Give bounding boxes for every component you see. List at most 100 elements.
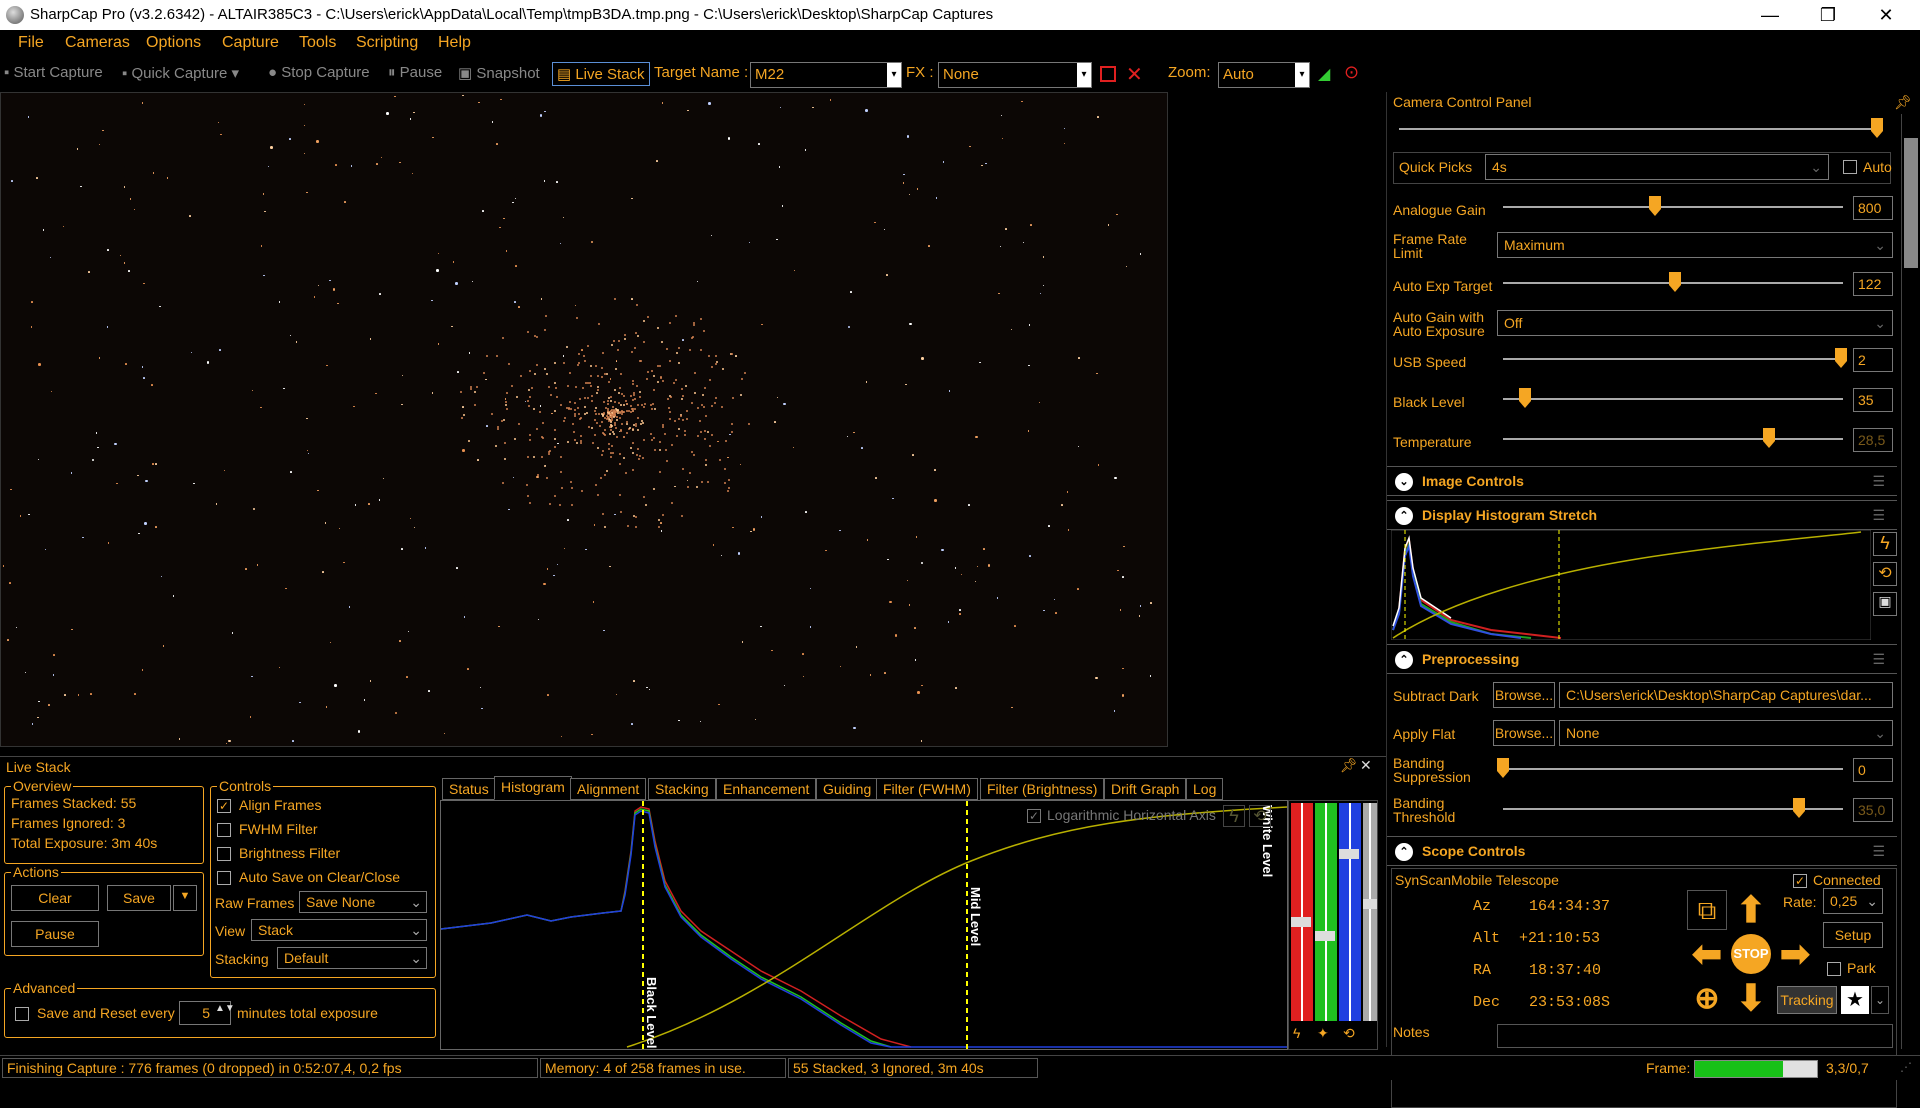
black-level-thumb[interactable] [1519, 388, 1531, 408]
tab-drift-graph[interactable]: Drift Graph [1104, 778, 1187, 800]
collapse-icon[interactable]: ⌃ [1395, 843, 1413, 861]
tab-enhancement[interactable]: Enhancement [716, 778, 817, 800]
analogue-gain-value[interactable]: 800 [1853, 196, 1893, 220]
expand-icon[interactable]: ⌄ [1395, 473, 1413, 491]
menu-icon[interactable]: ☰ [1872, 507, 1885, 524]
sparkle-icon[interactable]: ✦ [1317, 1025, 1329, 1042]
black-level-slider[interactable] [1503, 398, 1843, 400]
exposure-slider-thumb[interactable] [1871, 118, 1883, 138]
frame-rate-select[interactable]: Maximum ⌄ [1497, 232, 1893, 258]
auto-checkbox[interactable] [1843, 160, 1857, 174]
quick-capture-button[interactable]: ▪ Quick Capture ▾ [122, 64, 239, 82]
auto-save-checkbox[interactable] [217, 871, 231, 885]
rgb-level-sliders[interactable]: ϟ ✦ ⟲ [1288, 800, 1378, 1050]
dropdown-arrow-icon[interactable]: ▾ [227, 65, 240, 82]
scope-controls-header[interactable]: ⌃ Scope Controls ☰ [1387, 836, 1897, 866]
banding-suppression-value[interactable]: 0 [1853, 758, 1893, 782]
save-reset-checkbox[interactable] [15, 1007, 29, 1021]
menu-file[interactable]: File [18, 34, 44, 52]
banding-suppression-thumb[interactable] [1497, 758, 1509, 778]
park-checkbox[interactable] [1827, 962, 1841, 976]
reset-icon[interactable]: ⟲ [1249, 805, 1271, 827]
chevron-down-icon[interactable]: ▾ [1295, 63, 1309, 87]
banding-suppression-slider[interactable] [1503, 768, 1843, 770]
snapshot-button[interactable]: ▣ Snapshot [458, 64, 540, 82]
spinner-icon[interactable]: ▲▼ [215, 1003, 235, 1014]
arrow-up-icon[interactable]: ⬆ [1731, 889, 1771, 930]
align-frames-checkbox[interactable]: ✓ [217, 799, 231, 813]
chevron-down-icon[interactable]: ▾ [1077, 63, 1091, 87]
resize-grip-icon[interactable]: ⋰ [1900, 1060, 1912, 1074]
minimize-button[interactable]: — [1742, 0, 1798, 30]
menu-options[interactable]: Options [146, 34, 201, 52]
stretch-histogram-chart[interactable] [1391, 530, 1871, 640]
goto-icon[interactable]: ⧉ [1687, 890, 1727, 930]
tab-filter-brightness[interactable]: Filter (Brightness) [980, 778, 1105, 800]
start-capture-button[interactable]: ▪ Start Capture [4, 64, 103, 81]
histogram-stretch-header[interactable]: ⌃ Display Histogram Stretch ☰ [1387, 500, 1897, 530]
fwhm-filter-checkbox[interactable] [217, 823, 231, 837]
stop-button[interactable]: STOP [1731, 934, 1771, 974]
reset-stretch-button[interactable]: ⟲ [1873, 562, 1897, 586]
reset-icon[interactable]: ⟲ [1343, 1025, 1355, 1042]
subtract-dark-select[interactable]: C:\Users\erick\Desktop\SharpCap Captures… [1559, 682, 1893, 708]
subtract-dark-browse-button[interactable]: Browse... [1493, 682, 1555, 708]
arrow-right-icon[interactable]: ➡ [1775, 933, 1815, 974]
blue-level-handle[interactable] [1339, 849, 1359, 859]
menu-icon[interactable]: ☰ [1872, 473, 1885, 490]
view-select[interactable]: Stack ⌄ [251, 919, 427, 941]
auto-stretch-icon[interactable]: ϟ [1293, 1025, 1300, 1041]
target-crosshair-icon[interactable]: ⊕ [1687, 978, 1727, 1018]
stack-histogram-area[interactable]: Black Level Mid Level White Level ✓ Loga… [440, 800, 1288, 1050]
chevron-down-icon[interactable]: ▾ [887, 63, 901, 87]
tab-guiding[interactable]: Guiding [816, 778, 879, 800]
menu-tools[interactable]: Tools [299, 34, 336, 52]
connected-checkbox[interactable]: ✓ [1793, 874, 1807, 888]
stop-capture-button[interactable]: ● Stop Capture [268, 64, 370, 81]
zoom-search-icon[interactable]: ⊙ [1344, 62, 1359, 83]
no-reticle-icon[interactable]: ✕ [1126, 62, 1143, 87]
usb-speed-value[interactable]: 2 [1853, 348, 1893, 372]
analogue-gain-thumb[interactable] [1649, 196, 1661, 216]
exposure-slider[interactable] [1399, 128, 1883, 130]
tab-filter-fwhm[interactable]: Filter (FWHM) [876, 778, 978, 800]
arrow-down-icon[interactable]: ⬇ [1731, 977, 1771, 1018]
usb-speed-slider[interactable] [1503, 358, 1843, 360]
stacking-select[interactable]: Default ⌄ [277, 947, 427, 969]
save-button[interactable]: Save [107, 885, 171, 911]
collapse-icon[interactable]: ⌃ [1395, 651, 1413, 669]
tab-log[interactable]: Log [1186, 778, 1224, 800]
image-viewer[interactable] [0, 92, 1168, 747]
apply-flat-browse-button[interactable]: Browse... [1493, 720, 1555, 746]
save-stretch-button[interactable]: ▣ [1873, 592, 1897, 616]
star-icon[interactable]: ★ [1841, 986, 1869, 1014]
notes-input[interactable] [1497, 1024, 1893, 1048]
restore-button[interactable]: ❐ [1800, 0, 1856, 30]
rate-select[interactable]: 0,25 ⌄ [1823, 888, 1883, 914]
pin-icon[interactable]: 📌︎ [1340, 757, 1358, 774]
histogram-icon[interactable]: ◢ [1318, 64, 1330, 84]
reticle-icon[interactable] [1100, 66, 1116, 82]
auto-stretch-button[interactable]: ϟ [1873, 532, 1897, 556]
menu-scripting[interactable]: Scripting [356, 34, 418, 52]
log-axis-checkbox[interactable]: ✓ [1027, 809, 1041, 823]
clear-button[interactable]: Clear [11, 885, 99, 911]
zoom-select[interactable]: Auto ▾ [1218, 62, 1310, 88]
collapse-icon[interactable]: ⌃ [1395, 507, 1413, 525]
tab-status[interactable]: Status [442, 778, 496, 800]
pin-icon[interactable]: 📌︎ [1894, 94, 1912, 111]
apply-flat-select[interactable]: None ⌄ [1559, 720, 1893, 746]
auto-exp-target-thumb[interactable] [1669, 272, 1681, 292]
brightness-filter-checkbox[interactable] [217, 847, 231, 861]
auto-exp-target-value[interactable]: 122 [1853, 272, 1893, 296]
pause-button[interactable]: ⏸ Pause [388, 64, 442, 81]
tab-histogram[interactable]: Histogram [494, 776, 572, 800]
tracking-button[interactable]: Tracking [1777, 986, 1837, 1014]
luminance-level-handle[interactable] [1363, 899, 1377, 909]
raw-frames-select[interactable]: Save None ⌄ [299, 891, 427, 913]
chevron-down-icon[interactable]: ⌄ [1871, 986, 1889, 1014]
green-level-handle[interactable] [1315, 931, 1335, 941]
scrollbar[interactable] [1901, 114, 1919, 1049]
tab-stacking[interactable]: Stacking [648, 778, 716, 800]
red-level-handle[interactable] [1291, 917, 1311, 927]
